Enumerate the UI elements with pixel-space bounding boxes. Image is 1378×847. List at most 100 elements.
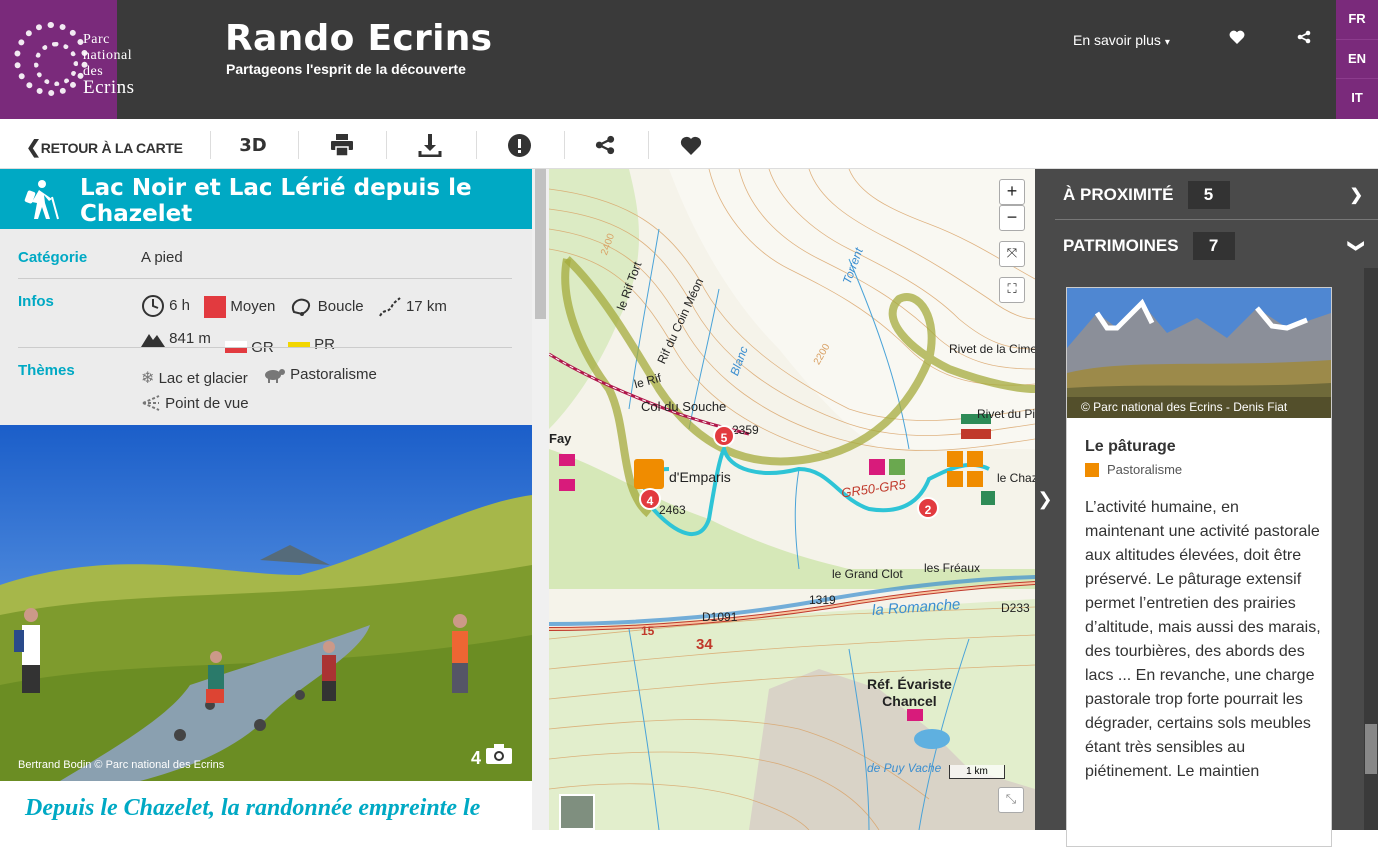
back-to-map-button[interactable]: ❮RETOUR À LA CARTE [26,137,183,158]
layer-switcher-button[interactable] [560,795,594,829]
map-label: 2463 [659,503,686,517]
favorites-heart-icon[interactable] [1229,30,1245,48]
map-label: de Puy Vache [867,761,942,775]
heritage-section[interactable]: PATRIMOINES 7 ❯ [1063,232,1365,260]
step-marker[interactable]: 2 [917,497,939,519]
sheep-icon [1085,462,1099,477]
expand-map-icon[interactable]: ⤡ [998,787,1024,813]
fit-bounds-icon[interactable]: ⤧ [999,241,1025,267]
poi-card[interactable]: © Parc national des Ecrins - Denis Fiat … [1066,287,1332,847]
chevron-down-icon: ❯ [1347,239,1365,253]
hiker-icon [18,177,62,221]
intro-text: Depuis le Chazelet, la randonnée emprein… [25,795,481,821]
sidebar-scrollbar[interactable] [1364,268,1378,830]
toolbar-divider [298,131,299,159]
map-label: les Fréaux [924,561,981,575]
fullscreen-icon[interactable]: ⛶ [999,277,1025,303]
loop-route-icon [291,298,310,316]
site-header: Parc national des Ecrins Rando Ecrins Pa… [0,0,1378,119]
map-label: Col du Souche [641,399,727,414]
poi-photo: © Parc national des Ecrins - Denis Fiat [1067,288,1331,418]
map-label-refuge: Réf. Évariste Chancel [867,676,952,709]
elevation-icon [141,334,165,347]
map-label: 1319 [809,593,836,607]
topo-map[interactable] [549,169,1035,830]
left-scrollbar[interactable] [532,169,549,830]
lang-it[interactable]: IT [1336,79,1378,119]
zoom-out-button[interactable]: − [999,205,1025,231]
language-switcher: FR EN IT [1336,0,1378,119]
map-label: D1091 [702,610,738,624]
print-icon[interactable] [328,133,356,157]
back-to-map-label: RETOUR À LA CARTE [40,140,183,156]
scroll-thumb[interactable] [535,169,546,319]
photo-count[interactable]: 4 [471,744,512,769]
favorite-heart-icon[interactable] [678,133,704,157]
divider [1055,219,1378,220]
themes-label: Thèmes [18,362,75,379]
camera-icon [486,744,512,768]
app-subtitle: Partageons l'esprit de la découverte [226,61,466,77]
share-icon[interactable] [1297,30,1311,48]
difficulty-value: Moyen [230,298,276,315]
logo-line1: Parc national [83,32,133,63]
toolbar-divider [648,131,649,159]
heritage-count: 7 [1192,232,1235,260]
map-label: 2359 [732,423,759,437]
report-alert-icon[interactable] [506,133,532,157]
chevron-left-icon: ❮ [26,137,41,157]
trek-intro: Depuis le Chazelet, la randonnée emprein… [0,781,532,830]
themes-row: Thèmes ❄ Lac et glacier Pastoralisme Poi… [18,362,512,412]
step-marker[interactable]: 4 [639,488,661,510]
map-label: le Grand Clot [832,567,903,581]
scroll-thumb[interactable] [1365,724,1377,774]
map-label: D233 [1001,601,1030,615]
download-icon[interactable] [416,133,444,157]
park-logo[interactable]: Parc national des Ecrins [0,0,134,119]
view-3d-button[interactable]: 3D [238,133,268,157]
map-scale: 1 km [949,765,1005,779]
map-view[interactable]: le Rif Tort Rif du Coin Méon le Rif Blan… [549,169,1035,830]
duration-value: 6 h [169,297,191,314]
map-label: Rivet de la Cime [949,342,1035,356]
logo-line3: Ecrins [83,77,135,98]
chevron-right-icon: ❯ [1349,187,1363,204]
more-info-menu[interactable]: En savoir plus ▾ [1073,32,1170,48]
step-marker[interactable]: 5 [713,425,735,447]
divider [18,347,512,348]
nearby-count: 5 [1187,181,1230,209]
route-type-value: Boucle [317,298,364,315]
theme-pastoral: Pastoralisme [290,366,377,383]
hikers-photo [0,425,532,781]
app-title[interactable]: Rando Ecrins [225,18,492,59]
zoom-in-button[interactable]: + [999,179,1025,205]
trek-title: Lac Noir et Lac Lérié depuis le Chazelet [80,175,472,227]
distance-icon [378,296,401,317]
lang-en[interactable]: EN [1336,40,1378,80]
infos-label: Infos [18,293,54,310]
trek-photo[interactable]: Bertrand Bodin © Parc national des Ecrin… [0,425,532,781]
logo-swirl-icon [14,22,88,96]
toolbar-divider [476,131,477,159]
map-label: 15 [641,624,655,638]
network-pr: PR [314,336,335,353]
photo-credit: Bertrand Bodin © Parc national des Ecrin… [18,759,225,771]
toolbar-divider [564,131,565,159]
sheep-icon [264,368,285,383]
trek-detail-panel: Lac Noir et Lac Lérié depuis le Chazelet… [0,169,532,830]
toolbar-divider [386,131,387,159]
poi-tag: Pastoralisme [1085,462,1182,477]
distance-value: 17 km [405,298,447,315]
nearby-section[interactable]: À PROXIMITÉ 5 ❯ [1063,181,1363,209]
collapse-sidebar-chevron-icon[interactable]: ❯ [1035,489,1055,519]
heritage-label: PATRIMOINES [1063,236,1179,255]
poi-title: Le pâturage [1085,438,1176,455]
share-trek-icon[interactable] [592,133,618,157]
photo-count-value: 4 [470,748,481,768]
clock-icon [142,294,164,317]
lang-fr[interactable]: FR [1336,0,1378,40]
map-label: le Chaze [997,471,1035,485]
glacier-icon: ❄ [141,369,155,387]
poi-sidebar: ❯ À PROXIMITÉ 5 ❯ PATRIMOINES 7 ❯ © Parc n… [1035,169,1378,847]
map-label: Rivet du Pied [977,407,1035,421]
